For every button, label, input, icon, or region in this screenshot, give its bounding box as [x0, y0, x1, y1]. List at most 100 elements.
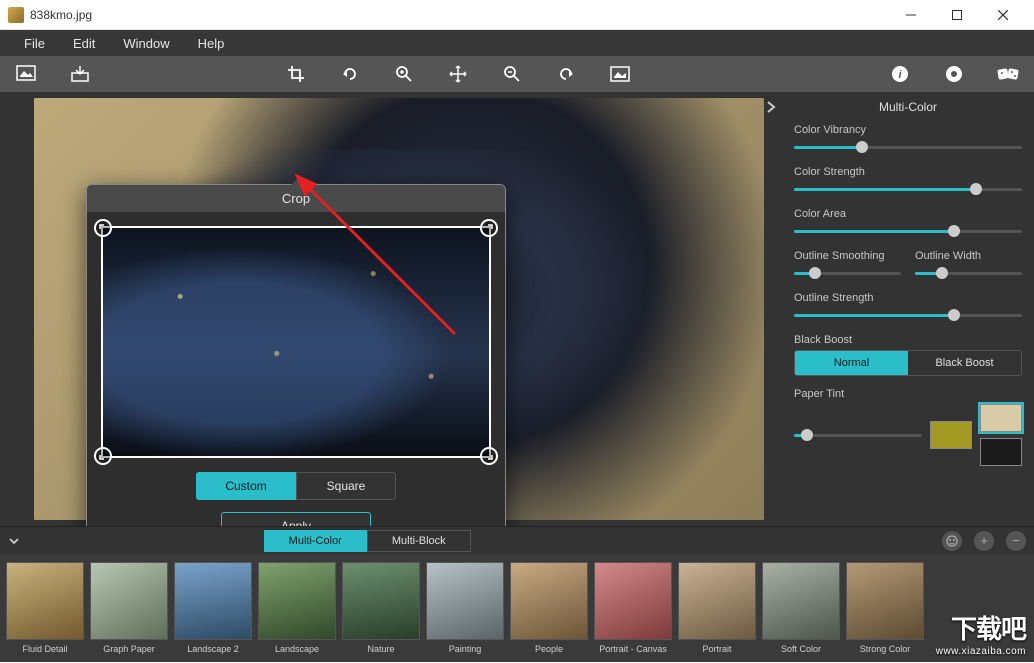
preset-item[interactable]: Portrait - Canvas [594, 562, 672, 654]
rotate-left-button[interactable] [334, 60, 366, 88]
preset-remove-button[interactable]: − [1006, 531, 1026, 551]
preset-label: Strong Color [860, 644, 911, 654]
preset-label: Landscape 2 [187, 644, 239, 654]
canvas-area[interactable]: Crop Custom Square Apply [0, 92, 782, 526]
vibrancy-label: Color Vibrancy [794, 124, 1022, 136]
expand-panel-button[interactable] [764, 100, 778, 114]
preset-label: Portrait - Canvas [599, 644, 667, 654]
paper-tint-slider[interactable] [794, 428, 922, 442]
crop-preview-art [103, 228, 489, 456]
area-label: Color Area [794, 208, 1022, 220]
preset-label: Soft Color [781, 644, 821, 654]
pan-button[interactable] [442, 60, 474, 88]
rotate-right-button[interactable] [550, 60, 582, 88]
preset-label: People [535, 644, 563, 654]
strength-label: Color Strength [794, 166, 1022, 178]
preset-item[interactable]: Portrait [678, 562, 756, 654]
randomize-button[interactable] [992, 60, 1024, 88]
open-image-button[interactable] [10, 60, 42, 88]
preset-thumb [90, 562, 168, 640]
preset-manage-button[interactable] [942, 531, 962, 551]
black-boost-boost[interactable]: Black Boost [908, 351, 1021, 375]
minimize-button[interactable] [888, 0, 934, 30]
toolbar: i [0, 56, 1034, 92]
outline-width-group: Outline Width [915, 250, 1022, 280]
preset-item[interactable]: Nature [342, 562, 420, 654]
preset-label: Nature [367, 644, 394, 654]
window-controls [888, 0, 1026, 30]
menu-edit[interactable]: Edit [59, 32, 109, 55]
menu-window[interactable]: Window [109, 32, 183, 55]
preset-item[interactable]: Graph Paper [90, 562, 168, 654]
outline-strength-slider[interactable] [794, 308, 1022, 322]
crop-handle-top-right[interactable] [480, 219, 498, 237]
app-icon [8, 7, 24, 23]
filter-collapse-button[interactable] [8, 535, 28, 547]
crop-custom-button[interactable]: Custom [196, 472, 296, 500]
smoothing-group: Outline Smoothing [794, 250, 901, 280]
preset-item[interactable]: Strong Color [846, 562, 924, 654]
compare-button[interactable] [604, 60, 636, 88]
menu-file[interactable]: File [10, 32, 59, 55]
crop-apply-button[interactable]: Apply [221, 512, 371, 526]
titlebar: 838kmo.jpg [0, 0, 1034, 30]
smoothing-label: Outline Smoothing [794, 250, 901, 262]
preset-thumb [6, 562, 84, 640]
preset-thumb [426, 562, 504, 640]
preset-add-button[interactable]: + [974, 531, 994, 551]
zoom-out-button[interactable] [496, 60, 528, 88]
preset-strip[interactable]: Fluid Detail Graph Paper Landscape 2 Lan… [0, 554, 1034, 662]
area-slider[interactable] [794, 224, 1022, 238]
tab-multi-color[interactable]: Multi-Color [264, 530, 367, 552]
outline-strength-label: Outline Strength [794, 292, 1022, 304]
preset-label: Landscape [275, 644, 319, 654]
crop-panel-title: Crop [87, 185, 505, 212]
crop-preview[interactable] [101, 226, 491, 458]
preset-item[interactable]: Landscape [258, 562, 336, 654]
info-button[interactable]: i [884, 60, 916, 88]
filter-tabs: Multi-Color Multi-Block [264, 530, 471, 552]
crop-handle-bottom-right[interactable] [480, 447, 498, 465]
preset-item[interactable]: Painting [426, 562, 504, 654]
preset-item[interactable]: Soft Color [762, 562, 840, 654]
close-button[interactable] [980, 0, 1026, 30]
side-panel-title: Multi-Color [794, 100, 1022, 114]
black-boost-group: Black Boost Normal Black Boost [794, 334, 1022, 376]
filter-bar: Multi-Color Multi-Block + − [0, 526, 1034, 554]
zoom-in-button[interactable] [388, 60, 420, 88]
preset-thumb [174, 562, 252, 640]
menu-help[interactable]: Help [184, 32, 239, 55]
outline-width-slider[interactable] [915, 266, 1022, 280]
maximize-button[interactable] [934, 0, 980, 30]
preset-label: Painting [449, 644, 482, 654]
preset-item[interactable]: Landscape 2 [174, 562, 252, 654]
preset-thumb [258, 562, 336, 640]
crop-handle-bottom-left[interactable] [94, 447, 112, 465]
main-area: Crop Custom Square Apply [0, 92, 1034, 526]
preset-thumb [678, 562, 756, 640]
strength-slider[interactable] [794, 182, 1022, 196]
tab-multi-block[interactable]: Multi-Block [367, 530, 471, 552]
crop-square-button[interactable]: Square [296, 472, 396, 500]
outline-width-label: Outline Width [915, 250, 1022, 262]
vibrancy-slider[interactable] [794, 140, 1022, 154]
tint-swatch-3[interactable] [980, 438, 1022, 466]
preset-thumb [594, 562, 672, 640]
black-boost-normal[interactable]: Normal [795, 351, 908, 375]
save-button[interactable] [64, 60, 96, 88]
crop-handle-top-left[interactable] [94, 219, 112, 237]
crop-panel-pointer [291, 176, 309, 185]
preset-item[interactable]: Fluid Detail [6, 562, 84, 654]
preset-label: Portrait [702, 644, 731, 654]
crop-button[interactable] [280, 60, 312, 88]
tint-swatch-2[interactable] [980, 404, 1022, 432]
side-panel: Multi-Color Color Vibrancy Color Strengt… [782, 92, 1034, 526]
preset-thumb [342, 562, 420, 640]
paper-tint-group: Paper Tint [794, 388, 1022, 466]
settings-button[interactable] [938, 60, 970, 88]
smoothing-slider[interactable] [794, 266, 901, 280]
preset-item[interactable]: People [510, 562, 588, 654]
crop-panel: Crop Custom Square Apply [86, 184, 506, 526]
tint-swatch-1[interactable] [930, 421, 972, 449]
window-title: 838kmo.jpg [30, 8, 888, 22]
